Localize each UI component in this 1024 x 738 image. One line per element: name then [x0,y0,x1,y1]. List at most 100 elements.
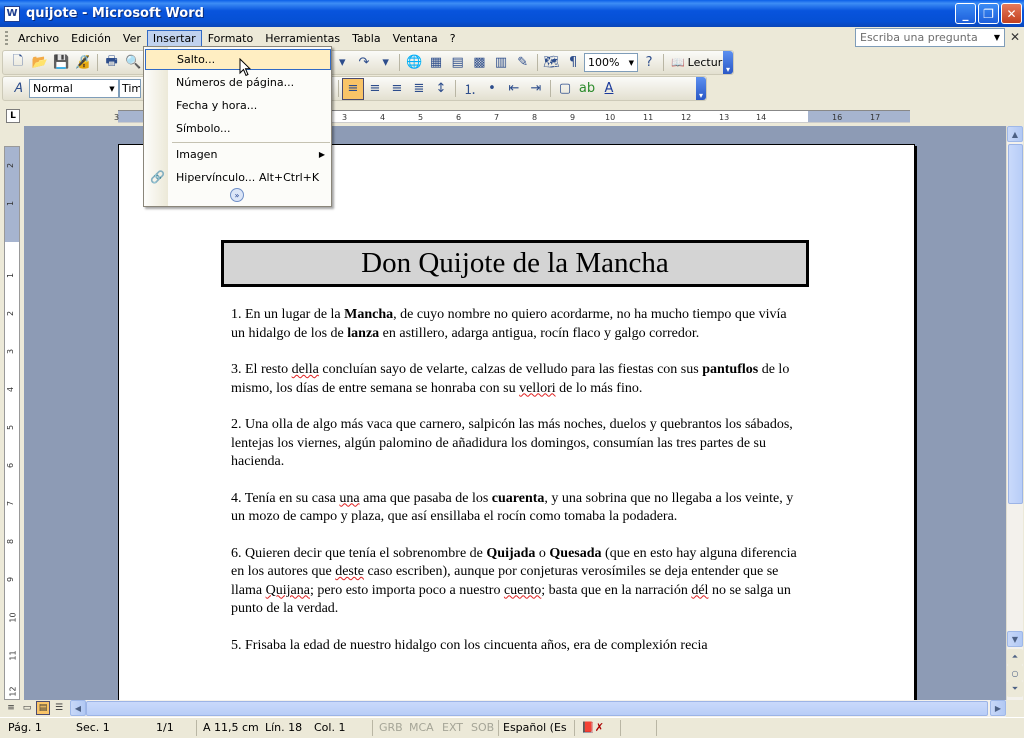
columns-icon[interactable]: ▥ [490,52,512,74]
browse-object-icon[interactable]: ○ [1007,665,1023,681]
status-grb[interactable]: GRB [379,721,403,734]
justify-icon[interactable]: ≣ [408,78,430,100]
normal-view-icon[interactable]: ≡ [4,701,18,715]
permission-icon[interactable]: 🔏 [72,52,94,74]
style-select[interactable]: Normal ▼ [29,79,119,98]
show-hide-pilcrow-icon[interactable]: ¶ [562,52,584,74]
status-sob[interactable]: SOB [471,721,494,734]
vertical-ruler[interactable]: 2 1 1 2 3 4 5 6 7 8 9 10 11 12 [4,146,20,700]
print-icon[interactable]: 🖶 [101,52,123,74]
document-paragraph[interactable]: 3. El resto della concluían sayo de vela… [231,361,801,398]
help-icon[interactable]: ? [638,52,660,74]
print-preview-icon[interactable]: 🔍 [122,52,144,74]
styles-formatting-icon[interactable]: 𝐴 [7,78,29,100]
save-icon[interactable]: 💾 [50,52,72,74]
ruler-tick: 16 [832,113,843,122]
vertical-scrollbar[interactable]: ▲ ▼ ⏶ ○ ⏷ [1006,126,1023,700]
vruler-tick: 6 [6,462,16,469]
align-right-icon[interactable]: ≡ [386,78,408,100]
menu-insertar[interactable]: Insertar [146,29,202,48]
menu-item-numeros-pagina[interactable]: Números de página... [145,72,331,93]
document-paragraph[interactable]: 6. Quieren decir que tenía el sobrenombr… [231,545,801,619]
toolbar-options-icon[interactable]: ▾ [696,77,706,100]
print-view-icon[interactable]: ▤ [36,701,50,715]
toolbar-options-icon[interactable]: ▾ [723,51,733,74]
document-map-icon[interactable]: 🗺 [541,52,563,74]
insert-table-icon[interactable]: ▤ [447,52,469,74]
menu-edicion[interactable]: Edición [65,30,117,47]
document-paragraph[interactable]: 2. Una olla de algo más vaca que carnero… [231,416,801,472]
redo-dropdown-icon[interactable]: ▾ [375,52,397,74]
ask-question-input[interactable]: Escriba una pregunta ▼ [855,28,1005,47]
menu-ventana[interactable]: Ventana [387,30,444,47]
menubar-grip[interactable] [5,31,8,46]
drawing-icon[interactable]: ✎ [512,52,534,74]
menu-item-hipervinculo[interactable]: 🔗 Hipervínculo... Alt+Ctrl+K [145,167,331,188]
menu-item-imagen[interactable]: Imagen ▶ [145,144,331,165]
ruler-tick: 14 [756,113,767,122]
previous-page-icon[interactable]: ⏶ [1007,649,1023,665]
menu-help[interactable]: ? [444,30,462,47]
document-page[interactable]: Don Quijote de la Mancha 1. En un lugar … [118,144,915,700]
decrease-indent-icon[interactable]: ⇤ [503,78,525,100]
font-select[interactable]: Tim [119,79,141,98]
font-color-icon[interactable]: A [598,78,620,100]
document-body[interactable]: 1. En un lugar de la Mancha, de cuyo nom… [231,306,801,673]
scroll-right-icon[interactable]: ▶ [990,700,1006,716]
vruler-tick: 3 [6,348,16,355]
tab-selector-icon[interactable]: L [6,109,20,123]
chevron-down-icon[interactable]: ▼ [991,30,1003,45]
close-button[interactable]: ✕ [1001,3,1022,24]
align-left-icon[interactable]: ≡ [342,77,364,100]
menu-ver[interactable]: Ver [117,30,147,47]
document-close-button[interactable]: ✕ [1010,30,1020,44]
menu-tabla[interactable]: Tabla [346,30,386,47]
document-title: Don Quijote de la Mancha [221,240,809,287]
scroll-up-icon[interactable]: ▲ [1007,126,1023,142]
scroll-left-icon[interactable]: ◀ [70,700,86,716]
document-paragraph[interactable]: 1. En un lugar de la Mancha, de cuyo nom… [231,306,801,343]
insert-excel-icon[interactable]: ▩ [469,52,491,74]
status-ext[interactable]: EXT [442,721,463,734]
menu-herramientas[interactable]: Herramientas [259,30,346,47]
outline-view-icon[interactable]: ☰ [52,701,66,715]
tables-borders-icon[interactable]: ▦ [425,52,447,74]
menu-formato[interactable]: Formato [202,30,260,47]
numbering-icon[interactable]: ⒈ [459,78,481,100]
line-spacing-icon[interactable]: ↕ [430,78,452,100]
menu-item-salto[interactable]: Salto... [145,49,331,70]
menu-item-fecha-hora[interactable]: Fecha y hora... [145,95,331,116]
zoom-select[interactable]: 100% ▼ [583,53,639,72]
new-document-icon[interactable]: 🗋 [7,52,29,74]
word-app-icon[interactable]: W [4,5,20,22]
next-page-icon[interactable]: ⏷ [1007,681,1023,697]
horizontal-scroll-thumb[interactable] [86,701,988,716]
spelling-status-icon[interactable]: 📕✗ [581,721,604,734]
minimize-button[interactable]: _ [955,3,976,24]
menu-item-simbolo[interactable]: Símbolo... [145,118,331,139]
maximize-button[interactable]: ❐ [978,3,999,24]
align-center-icon[interactable]: ≡ [364,78,386,100]
web-view-icon[interactable]: ▭ [20,701,34,715]
hyperlink-icon[interactable]: 🌐 [403,52,425,74]
chevron-down-icon[interactable]: ▼ [107,81,117,96]
document-paragraph[interactable]: 4. Tenía en su casa una ama que pasaba d… [231,490,801,527]
open-folder-icon[interactable]: 📂 [29,52,51,74]
expand-menu-icon[interactable]: » [230,188,244,202]
highlight-icon[interactable]: ab [576,78,598,100]
horizontal-scrollbar[interactable]: ◀ ▶ [70,700,1006,717]
vruler-tick: 1 [6,200,16,207]
redo-icon[interactable]: ↷ [353,52,375,74]
bullets-icon[interactable]: • [481,78,503,100]
bold-text: pantuflos [702,362,759,377]
document-paragraph[interactable]: 5. Frisaba la edad de nuestro hidalgo co… [231,637,801,656]
status-bar: Pág. 1 Sec. 1 1/1 A 11,5 cm Lín. 18 Col.… [0,717,1024,738]
chevron-down-icon[interactable]: ▼ [626,55,636,70]
undo-dropdown-icon[interactable]: ▾ [331,52,353,74]
status-mca[interactable]: MCA [409,721,434,734]
increase-indent-icon[interactable]: ⇥ [525,78,547,100]
scroll-down-icon[interactable]: ▼ [1007,631,1023,647]
menu-archivo[interactable]: Archivo [12,30,65,47]
borders-icon[interactable]: ▢ [554,78,576,100]
vertical-scroll-thumb[interactable] [1008,144,1023,504]
